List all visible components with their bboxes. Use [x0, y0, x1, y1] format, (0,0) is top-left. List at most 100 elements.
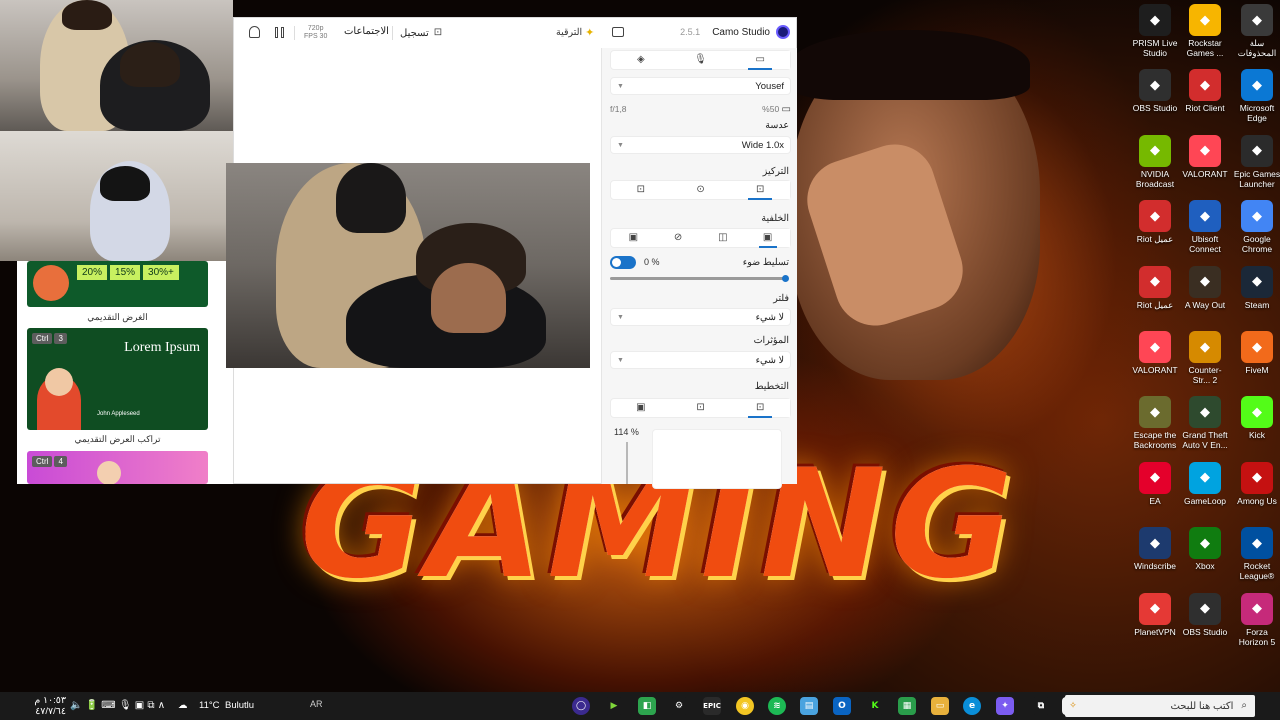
app-icon[interactable]: ◧ — [638, 697, 656, 715]
desktop-icon[interactable]: ◆ Riot عميل — [1130, 265, 1180, 310]
search-highlight-icon[interactable]: ✧ — [1062, 697, 1084, 715]
background-off-icon[interactable]: ⊘ — [656, 229, 701, 247]
clock[interactable]: ١٠:٥٣ م ٤٧/٧/٦٤ — [6, 695, 66, 717]
preset-card[interactable]: 20% 15% 30%+ — [27, 261, 208, 307]
desktop-icon[interactable]: ◆ A Way Out — [1180, 265, 1230, 310]
app-icon[interactable]: ▤ — [800, 697, 818, 715]
desktop-icon[interactable]: ◆ Rockstar Games ... — [1180, 4, 1230, 58]
lighting-toggle[interactable] — [610, 256, 636, 269]
filter-dropdown[interactable]: ▼ لا شيء — [610, 308, 791, 326]
desktop-icon[interactable]: ◆ Forza Horizon 5 — [1232, 592, 1280, 647]
desktop-icon[interactable]: ◆ Kick — [1232, 396, 1280, 440]
lens-dropdown[interactable]: ▼ Wide 1.0x — [610, 136, 791, 154]
desktop-icon[interactable]: ◆ OBS Studio — [1180, 592, 1230, 637]
effects-dropdown[interactable]: ▼ لا شيء — [610, 351, 791, 369]
chevron-down-icon: ▼ — [617, 82, 624, 90]
desktop-icon-label: Epic Games Launcher — [1233, 168, 1280, 189]
lighting-slider[interactable] — [610, 277, 787, 280]
desktop-icon[interactable]: ◆ Grand Theft Auto V En... — [1180, 396, 1230, 450]
desktop-icon[interactable]: ◆ EA — [1130, 461, 1180, 506]
focus-manual-icon[interactable]: ⊡ — [611, 181, 671, 199]
layers-icon[interactable]: ◈ — [611, 51, 671, 69]
desktop-icon[interactable]: ◆ Rocket League® — [1232, 527, 1280, 581]
edge-app-icon[interactable]: e — [963, 697, 981, 715]
kick-app-icon[interactable]: K — [866, 697, 884, 715]
meetings-button[interactable]: الاجتماعات — [344, 26, 389, 37]
desktop-icon[interactable]: ◆ Google Chrome — [1232, 200, 1280, 254]
record-button[interactable]: تسجيل ⊡ — [394, 24, 448, 42]
weather-icon[interactable]: ☁ — [178, 700, 188, 711]
desktop-icon[interactable]: ◆ FiveM — [1232, 331, 1280, 375]
desktop-icon[interactable]: ◆ PRISM Live Studio — [1130, 4, 1180, 58]
zoom-slider[interactable] — [626, 442, 628, 484]
upgrade-label: الترقية — [556, 27, 583, 38]
preset-card[interactable]: Ctrl 3 Lorem Ipsum John Appleseed — [27, 328, 208, 430]
pause-icon[interactable] — [275, 27, 285, 38]
desktop-icon[interactable]: ◆ Microsoft Edge — [1232, 69, 1280, 123]
camo-app-icon[interactable]: ◯ — [572, 697, 590, 715]
shortcut-number: 3 — [54, 333, 67, 344]
kick-icon: ◆ — [1241, 396, 1273, 429]
focus-auto-icon[interactable]: ⊡ — [730, 181, 791, 200]
sidebar-toggle-icon[interactable] — [612, 27, 624, 37]
desktop-icon[interactable]: ◆ VALORANT — [1180, 134, 1230, 179]
riot-icon: ◆ — [1189, 69, 1221, 102]
desktop-icon[interactable]: ◆ GameLoop — [1180, 461, 1230, 506]
copilot-app-icon[interactable]: ✦ — [996, 697, 1014, 715]
search-bar[interactable]: اكتب هنا للبحث ⌕ — [1065, 695, 1255, 717]
awayout-icon: ◆ — [1189, 265, 1221, 298]
background-replace-icon[interactable]: ▣ — [611, 229, 656, 247]
file-explorer-icon[interactable]: ▭ — [931, 697, 949, 715]
weather-text[interactable]: Bulutlu — [225, 700, 254, 711]
desktop-icon[interactable]: ◆ Among Us — [1232, 461, 1280, 506]
language-indicator[interactable]: AR — [310, 699, 323, 709]
task-view-icon[interactable]: ⧉ — [1032, 697, 1050, 715]
outlook-app-icon[interactable]: O — [833, 697, 851, 715]
focus-point-icon[interactable]: ⊙ — [671, 181, 731, 199]
background-none-icon[interactable]: ▣ — [745, 229, 790, 248]
spotify-app-icon[interactable]: ≋ — [768, 697, 786, 715]
video-icon[interactable]: ▭ — [730, 51, 791, 70]
desktop-icon-label: GameLoop — [1183, 495, 1227, 506]
desktop-icon[interactable]: ◆ سلة المحذوفات — [1232, 4, 1280, 58]
mic-icon[interactable]: 🎙 — [671, 51, 731, 69]
device-dropdown[interactable]: ▼ Yousef — [610, 77, 791, 95]
preset-card[interactable]: Ctrl 4 — [27, 451, 208, 484]
desktop-icon[interactable]: ◆ Counter-Str... 2 — [1180, 331, 1230, 385]
layout-center-icon[interactable]: ⊡ — [671, 399, 731, 417]
desktop-icon[interactable]: ◆ Riot Client — [1180, 69, 1230, 113]
layout-frame-icon[interactable]: ⊡ — [730, 399, 791, 418]
chrome-app-icon[interactable]: ◉ — [736, 697, 754, 715]
desktop-icon[interactable]: ◆ Steam — [1232, 265, 1280, 310]
epic-app-icon[interactable]: EPIC — [703, 697, 721, 715]
chevron-down-icon: ▼ — [617, 356, 624, 364]
background-blur-icon[interactable]: ◫ — [701, 229, 746, 247]
desktop-icon[interactable]: ◆ Riot عميل — [1130, 200, 1180, 244]
store-app-icon[interactable]: ▦ — [898, 697, 916, 715]
desktop-icon[interactable]: ◆ Windscribe — [1130, 527, 1180, 571]
layout-portrait-icon[interactable]: ▣ — [611, 399, 671, 417]
device-name: Yousef — [755, 80, 784, 92]
desktop-icon[interactable]: ◆ Escape the Backrooms — [1130, 396, 1180, 450]
desktop-icon[interactable]: ◆ PlanetVPN — [1130, 592, 1180, 637]
slider-thumb[interactable] — [782, 275, 789, 282]
divider — [294, 26, 295, 40]
settings-icon[interactable]: ⚙ — [670, 697, 688, 715]
desktop-icon-label: Forza Horizon 5 — [1238, 626, 1276, 647]
nvidia-app-icon[interactable]: ▶ — [605, 697, 623, 715]
desktop-icon[interactable]: ◆ Ubisoft Connect — [1180, 200, 1230, 254]
desktop-icon[interactable]: ◆ Xbox — [1180, 527, 1230, 571]
desktop-icon[interactable]: ◆ VALORANT — [1130, 331, 1180, 375]
desktop-icon[interactable]: ◆ OBS Studio — [1130, 69, 1180, 113]
bell-icon[interactable] — [249, 26, 260, 38]
desktop-icon[interactable]: ◆ NVIDIA Broadcast — [1130, 134, 1180, 189]
search-icon: ⌕ — [1241, 700, 1247, 711]
upgrade-button[interactable]: الترقية ✦ — [556, 26, 594, 39]
presenter-name: John Appleseed — [97, 411, 140, 417]
person-hair — [120, 42, 180, 87]
weather-temp[interactable]: 11°C — [199, 700, 220, 711]
desktop-icon[interactable]: ◆ Epic Games Launcher — [1232, 134, 1280, 189]
effects-value: لا شيء — [755, 354, 784, 366]
tray-icons[interactable]: 🔈 🔋 ⌨ 🎙 ▣ ⧉ ∧ — [70, 700, 165, 711]
ea-icon: ◆ — [1139, 461, 1171, 494]
